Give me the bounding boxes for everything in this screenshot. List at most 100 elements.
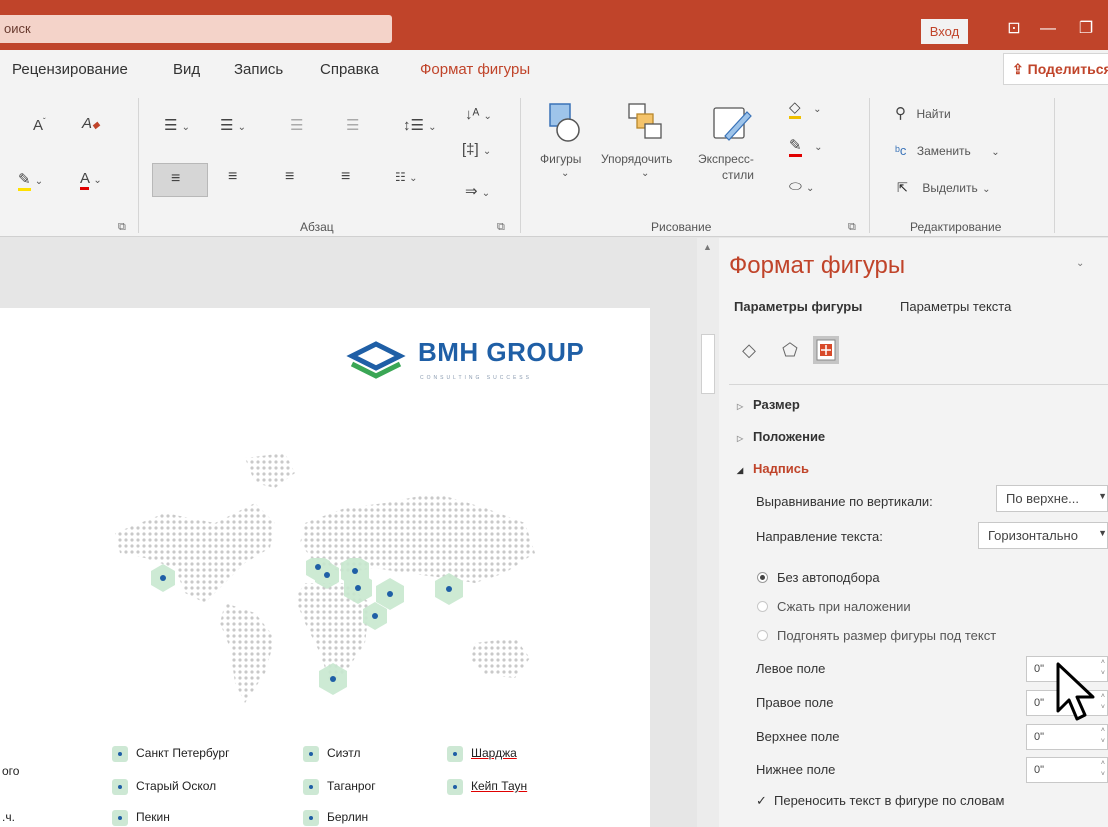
top-margin-input[interactable]: 0" ˄ ˅	[1026, 724, 1108, 750]
text-direction-icon[interactable]: ↓ᴬ ⌄	[465, 106, 492, 123]
vertical-scrollbar[interactable]: ▲	[697, 238, 719, 827]
section-position[interactable]: ▷ Положение	[737, 429, 825, 444]
share-button[interactable]: ⇪ Поделиться	[1003, 53, 1108, 85]
legend-item: Санкт Петербург	[112, 746, 229, 762]
font-color-icon[interactable]: A ⌄	[80, 170, 102, 190]
tab-shape-options[interactable]: Параметры фигуры	[734, 299, 862, 314]
bullets-icon[interactable]: ☰ ⌄	[164, 116, 190, 134]
shrink-on-overflow-radio[interactable]: Сжать при наложении	[757, 599, 911, 614]
drawing-group-label: Рисование	[651, 220, 712, 234]
format-shape-pane: Формат фигуры ⌄ Параметры фигуры Парамет…	[719, 238, 1108, 827]
fill-line-icon[interactable]: ◇	[736, 336, 762, 364]
group-separator	[869, 98, 870, 233]
scroll-up-icon[interactable]: ▲	[703, 242, 712, 252]
spinner-icon[interactable]: ˄ ˅	[1101, 758, 1105, 780]
tab-help[interactable]: Справка	[320, 61, 379, 78]
justify-icon[interactable]: ≡	[341, 168, 350, 186]
logo-text: BMH GROUP	[418, 337, 585, 367]
text-direction-select[interactable]: Горизонтально ▼	[978, 522, 1108, 549]
numbering-icon[interactable]: ☰ ⌄	[220, 116, 246, 134]
shape-fill-icon[interactable]: ◇ ⌄	[789, 98, 821, 119]
sign-in-button[interactable]: Вход	[921, 19, 968, 44]
drawing-launcher-icon[interactable]: ⧉	[848, 221, 856, 234]
resize-shape-radio[interactable]: Подгонять размер фигуры под текст	[757, 628, 996, 643]
autofit-none-radio[interactable]: Без автоподбора	[757, 570, 880, 585]
legend-item: Сиэтл	[303, 746, 360, 762]
bottom-margin-input[interactable]: 0" ˄ ˅	[1026, 757, 1108, 783]
chevron-down-icon: ▼	[1098, 528, 1107, 538]
arrange-label: Упорядочить	[601, 152, 673, 166]
align-text-icon[interactable]: [‡] ⌄	[462, 141, 491, 158]
top-margin-label: Верхнее поле	[756, 729, 840, 744]
section-size[interactable]: ▷ Размер	[737, 397, 800, 412]
arrange-icon	[628, 103, 662, 139]
smartart-icon[interactable]: ⇒ ⌄	[465, 182, 490, 200]
title-bar: оиск Вход ⊡ — ❐	[0, 0, 1108, 50]
minimize-icon[interactable]: —	[1036, 17, 1060, 41]
legend-item: Таганрог	[303, 779, 376, 795]
shape-effects-icon[interactable]: ⬭ ⌄	[789, 178, 814, 195]
quick-styles-icon	[713, 107, 752, 141]
align-center-icon[interactable]: ≡	[228, 168, 237, 186]
spinner-icon[interactable]: ˄ ˅	[1101, 725, 1105, 747]
expand-icon: ▷	[737, 402, 744, 411]
columns-icon[interactable]: ☷ ⌄	[395, 170, 417, 184]
slide-text-cut: .ч.	[2, 810, 15, 824]
decrease-indent-icon[interactable]: ☰	[290, 116, 303, 134]
shapes-icon	[549, 103, 580, 142]
location-marker-icon	[447, 746, 463, 762]
legend-item: Берлин	[303, 810, 368, 826]
shapes-label: Фигуры	[540, 152, 582, 166]
clear-format-icon[interactable]: A◆	[82, 115, 100, 132]
font-grow-icon[interactable]: Aˇ	[33, 117, 46, 134]
tab-review[interactable]: Рецензирование	[12, 61, 128, 78]
legend-item: Пекин	[112, 810, 170, 826]
replace-button[interactable]: ᵇc Заменить ⌄	[895, 142, 1000, 160]
tab-view[interactable]: Вид	[173, 61, 200, 78]
location-marker-icon	[303, 779, 319, 795]
line-spacing-icon[interactable]: ↕☰ ⌄	[403, 116, 437, 134]
tab-shape-format[interactable]: Формат фигуры	[420, 61, 530, 78]
increase-indent-icon[interactable]: ☰	[346, 116, 359, 134]
share-icon: ⇪	[1012, 61, 1028, 77]
ribbon-display-icon[interactable]: ⊡	[1002, 17, 1026, 41]
mouse-cursor-icon	[1056, 662, 1095, 721]
chevron-down-icon: ⌄	[982, 184, 991, 195]
chevron-down-icon: ⌄	[641, 168, 650, 179]
ribbon-tabs: Рецензирование Вид Запись Справка Формат…	[0, 50, 1108, 90]
vertical-align-select[interactable]: По верхне... ▼	[996, 485, 1108, 512]
legend-item: Старый Оскол	[112, 779, 216, 795]
select-button[interactable]: ⇱ Выделить ⌄	[897, 179, 991, 197]
size-properties-icon[interactable]	[813, 336, 839, 364]
highlight-color-icon[interactable]: ✎ ⌄	[18, 170, 43, 191]
quick-styles-label: Экспресс-	[698, 152, 754, 166]
editing-group-label: Редактирование	[910, 220, 1002, 234]
logo-tagline: CONSULTING SUCCESS	[420, 375, 532, 381]
align-left-icon: ≡	[171, 170, 181, 187]
shape-outline-icon[interactable]: ✎ ⌄	[789, 136, 822, 157]
scrollbar-thumb[interactable]	[701, 334, 715, 394]
slide-canvas[interactable]	[0, 238, 697, 827]
location-marker-icon	[112, 779, 128, 795]
pane-options-icon[interactable]: ⌄	[1076, 258, 1084, 269]
tab-text-options[interactable]: Параметры текста	[900, 299, 1011, 314]
section-textbox[interactable]: ◢ Надпись	[737, 461, 809, 476]
restore-icon[interactable]: ❐	[1074, 17, 1098, 41]
effects-icon[interactable]: ⬠	[777, 336, 803, 364]
align-right-icon[interactable]: ≡	[285, 168, 294, 186]
bottom-margin-label: Нижнее поле	[756, 762, 836, 777]
font-launcher-icon[interactable]: ⧉	[118, 221, 126, 234]
radio-icon	[757, 601, 768, 612]
vertical-align-label: Выравнивание по вертикали:	[756, 494, 933, 509]
align-left-button[interactable]: ≡	[152, 163, 208, 197]
paragraph-group-label: Абзац	[300, 220, 334, 234]
chevron-down-icon: ⌄	[561, 168, 570, 179]
ribbon: Aˇ A◆ ✎ ⌄ A ⌄ ⧉ ☰ ⌄ ☰ ⌄ ☰ ☰ ↕☰ ⌄ ↓ᴬ ⌄ [‡…	[0, 90, 1108, 237]
find-button[interactable]: ⚲ Найти	[895, 104, 951, 123]
tab-record[interactable]: Запись	[234, 61, 283, 78]
wrap-text-checkbox[interactable]: ✓ Переносить текст в фигуре по словам	[756, 793, 1004, 809]
search-input[interactable]: оиск	[0, 15, 392, 43]
expand-icon: ▷	[737, 434, 744, 443]
paragraph-launcher-icon[interactable]: ⧉	[497, 221, 505, 234]
pane-title: Формат фигуры	[729, 252, 906, 279]
